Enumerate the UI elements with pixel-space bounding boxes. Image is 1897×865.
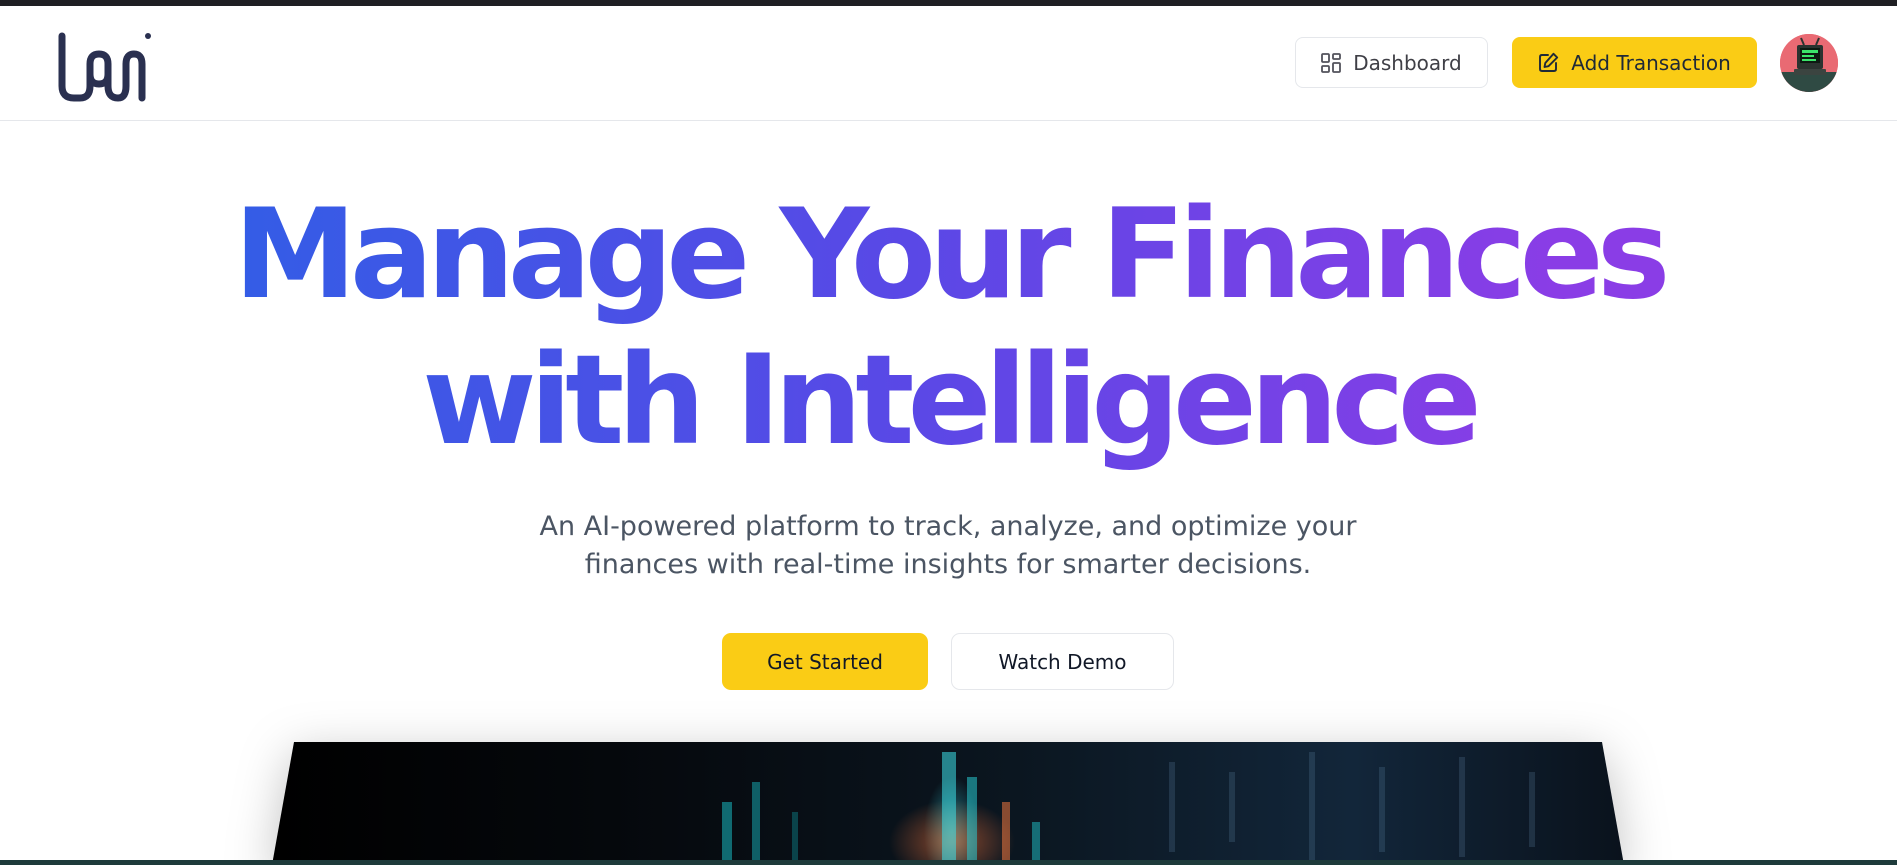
hero-subtitle: An AI-powered platform to track, analyze… (448, 508, 1448, 584)
hero-subtitle-line-1: An AI-powered platform to track, analyze… (539, 511, 1357, 542)
logo[interactable] (56, 28, 152, 104)
user-avatar[interactable] (1780, 34, 1838, 92)
add-transaction-label: Add Transaction (1571, 50, 1731, 75)
add-transaction-button[interactable]: Add Transaction (1512, 37, 1757, 88)
dashboard-label: Dashboard (1353, 50, 1462, 75)
hero-title-line-1: Manage Your Finances (233, 183, 1664, 327)
candlestick-graphic (722, 752, 1535, 865)
watch-demo-button[interactable]: Watch Demo (951, 633, 1174, 690)
trading-chart-image (272, 742, 1624, 865)
logo-icon (58, 32, 151, 102)
pencil-square-icon (1539, 52, 1559, 72)
navbar: Dashboard Add Transaction (0, 6, 1897, 121)
bottom-edge (0, 860, 1897, 865)
hero-title: Manage Your Finances with Intelligence (0, 182, 1897, 474)
dashboard-button[interactable]: Dashboard (1295, 37, 1488, 88)
hero-subtitle-line-2: finances with real-time insights for sma… (584, 549, 1312, 580)
layout-grid-icon (1321, 52, 1342, 73)
hero-preview-image (272, 742, 1624, 865)
get-started-button[interactable]: Get Started (722, 633, 928, 690)
hero-title-line-2: with Intelligence (422, 329, 1475, 473)
retro-computer-avatar-icon (1780, 34, 1838, 92)
